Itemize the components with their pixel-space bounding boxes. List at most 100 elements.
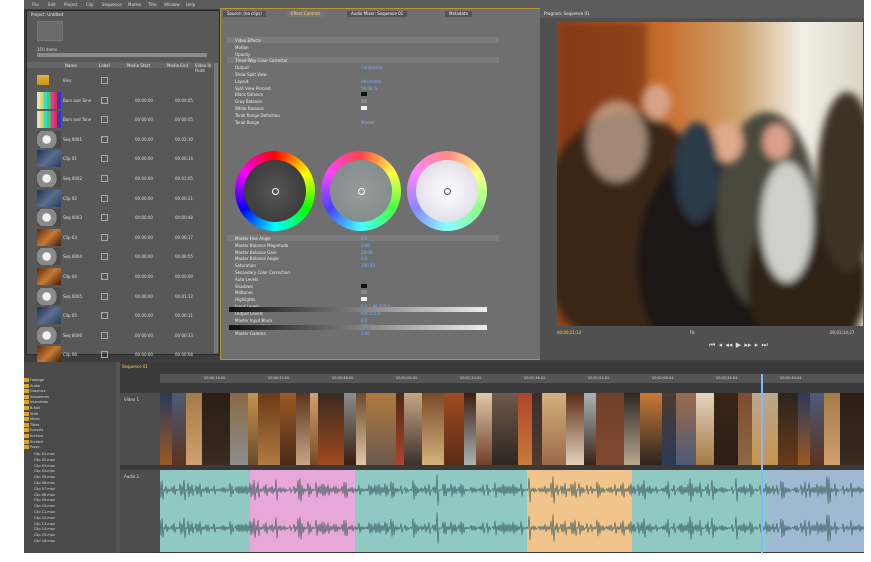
label-checkbox[interactable] xyxy=(101,194,108,202)
video-clip[interactable] xyxy=(404,393,423,465)
col-media-end[interactable]: Media End xyxy=(167,63,188,68)
color-swatch[interactable] xyxy=(361,283,367,288)
tab-metadata[interactable]: Metadata xyxy=(445,11,472,17)
property-value[interactable]: 0.00 xyxy=(361,243,370,248)
effect-property[interactable]: Gray Balance xyxy=(227,98,499,104)
project-item[interactable]: Seq 0003 00:00:00 00:00:48 xyxy=(27,208,213,227)
label-checkbox[interactable] xyxy=(101,253,108,261)
col-label[interactable]: Label xyxy=(99,63,110,68)
project-item[interactable]: Bars and Tone 00:00:00 00:00:05 xyxy=(27,91,213,110)
video-clip[interactable] xyxy=(778,393,799,465)
effect-property[interactable]: Black Balance xyxy=(227,91,499,97)
video-clip[interactable] xyxy=(518,393,533,465)
fast-forward-button[interactable]: ▸▸ xyxy=(744,341,751,349)
bin-folder[interactable]: Archive xyxy=(30,434,43,439)
bin-clip[interactable]: Clip 04.mov xyxy=(34,469,55,474)
bin-clip[interactable]: Clip 07.mov xyxy=(34,487,55,492)
label-checkbox[interactable] xyxy=(101,312,108,320)
effect-property[interactable]: Master Input Black 0.0 xyxy=(227,317,499,323)
label-checkbox[interactable] xyxy=(101,155,108,163)
effect-property[interactable]: Shadows xyxy=(227,283,499,289)
tab-audio-mixer[interactable]: Audio Mixer: Sequence 01 xyxy=(347,11,408,17)
audio-clip[interactable] xyxy=(160,470,251,552)
scrollbar[interactable] xyxy=(214,63,218,353)
label-checkbox[interactable] xyxy=(101,116,108,124)
property-value[interactable]: 0.0 xyxy=(361,318,367,323)
audio-clip[interactable] xyxy=(527,470,633,552)
bin-clip[interactable]: Clip 03.mov xyxy=(34,464,55,469)
fit-dropdown[interactable]: Fit xyxy=(690,330,695,335)
menu-item[interactable]: Help xyxy=(186,2,195,7)
project-item[interactable]: Seq 0001 00:00:00 00:02:10 xyxy=(27,130,213,149)
video-clip[interactable] xyxy=(542,393,567,465)
bin-folder[interactable]: Proxy xyxy=(30,445,40,450)
video-clip[interactable] xyxy=(624,393,641,465)
bin-folder[interactable]: Sequences xyxy=(30,395,49,400)
video-clip[interactable] xyxy=(444,393,465,465)
label-checkbox[interactable] xyxy=(101,273,108,280)
menu-item[interactable]: Project xyxy=(64,2,78,7)
bin-folder[interactable]: Interviews xyxy=(30,400,48,405)
property-value[interactable]: 50.00 % xyxy=(361,86,378,91)
go-to-out-button[interactable]: ⏭ xyxy=(761,341,767,350)
effect-property[interactable]: Split View Percent 50.00 % xyxy=(227,85,499,91)
video-clip[interactable] xyxy=(676,393,697,465)
highlights-color-wheel[interactable] xyxy=(407,151,487,231)
effect-property[interactable]: Secondary Color Correction xyxy=(227,269,499,275)
video-clip[interactable] xyxy=(596,393,625,465)
project-item[interactable]: Seq 0002 00:00:00 00:01:05 xyxy=(27,169,213,188)
bin-clip[interactable]: Clip 14.mov xyxy=(34,527,55,532)
input-levels-slider[interactable] xyxy=(229,307,487,312)
bin-clip[interactable]: Clip 12.mov xyxy=(34,516,55,521)
video-clip[interactable] xyxy=(714,393,739,465)
menu-item[interactable]: Title xyxy=(148,2,157,7)
program-tab[interactable]: Program: Sequence 01 xyxy=(544,11,590,16)
project-item[interactable]: Bars and Tone 00:00:00 00:00:05 xyxy=(27,110,213,129)
color-swatch[interactable] xyxy=(361,297,367,302)
video-clip[interactable] xyxy=(662,393,677,465)
project-tab[interactable]: Project: Untitled xyxy=(31,12,63,17)
color-swatch[interactable] xyxy=(361,99,367,104)
menu-item[interactable]: Clip xyxy=(86,2,94,7)
effect-property[interactable]: Layout Horizontal xyxy=(227,78,499,84)
color-swatch[interactable] xyxy=(361,92,367,97)
bin-clip[interactable]: Clip 11.mov xyxy=(34,510,55,515)
bin-clip[interactable]: Clip 16.mov xyxy=(34,539,55,544)
video-clip[interactable] xyxy=(738,393,753,465)
property-value[interactable]: Master xyxy=(361,120,375,125)
audio-clip[interactable] xyxy=(355,470,528,552)
label-checkbox[interactable] xyxy=(101,135,108,143)
bin-clip[interactable]: Clip 06.mov xyxy=(34,481,55,486)
video-clip[interactable] xyxy=(752,393,779,465)
bin-folder[interactable]: Footage xyxy=(30,378,44,383)
tab-effect-controls[interactable]: Effect Controls xyxy=(287,11,325,17)
bin-clip[interactable]: Clip 02.mov xyxy=(34,458,55,463)
color-swatch[interactable] xyxy=(361,290,367,295)
bin-folder[interactable]: B-Roll xyxy=(30,406,40,411)
video-clip[interactable] xyxy=(230,393,249,465)
effect-property[interactable]: Tonal Range Definition xyxy=(227,112,499,118)
effect-property[interactable]: Midtones xyxy=(227,289,499,295)
video-clip[interactable] xyxy=(202,393,231,465)
effect-property[interactable]: Output Composite xyxy=(227,64,499,70)
effect-property[interactable]: Master Balance Magnitude 0.00 xyxy=(227,242,499,248)
effect-property[interactable]: Master Balance Angle 0.0 xyxy=(227,255,499,261)
property-value[interactable]: 0.0 xyxy=(361,236,367,241)
playhead-timecode[interactable]: 00;00;21;12 xyxy=(557,330,581,335)
step-back-button[interactable]: ◂ xyxy=(719,341,723,349)
bin-clip[interactable]: Clip 05.mov xyxy=(34,475,55,480)
video-track-header[interactable]: Video 1 xyxy=(120,393,160,465)
tab-source[interactable]: Source: (no clips) xyxy=(223,11,266,17)
audio-clip[interactable] xyxy=(767,470,864,552)
effect-property[interactable]: Show Split View xyxy=(227,71,499,77)
property-value[interactable]: Composite xyxy=(361,65,382,70)
project-item[interactable]: Clip 02 00:00:00 00:00:21 xyxy=(27,189,213,208)
sequence-tab[interactable]: Sequence 01 xyxy=(122,364,148,369)
label-checkbox[interactable] xyxy=(101,331,108,339)
effect-property[interactable]: Master Gamma 1.00 xyxy=(227,330,499,336)
bin-folder[interactable]: Audio xyxy=(30,384,40,389)
effect-property[interactable]: Saturation 100.00 xyxy=(227,262,499,268)
label-checkbox[interactable] xyxy=(101,292,108,300)
video-clip[interactable] xyxy=(824,393,841,465)
play-button[interactable]: ▶ xyxy=(736,341,741,349)
